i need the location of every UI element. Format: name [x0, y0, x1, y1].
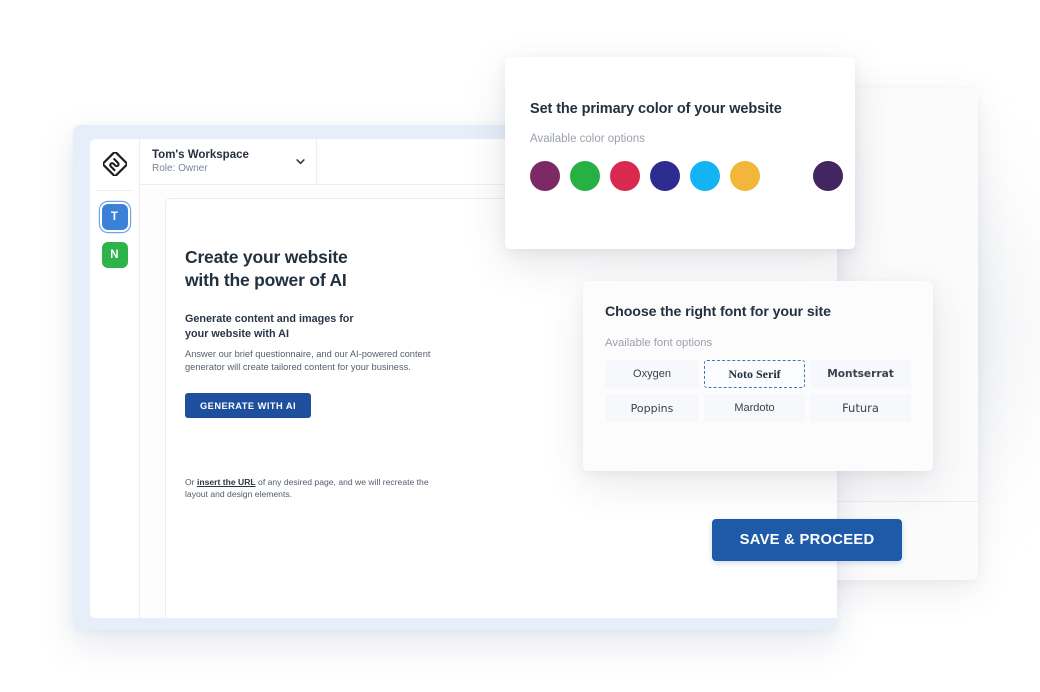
insert-url-link[interactable]: insert the URL — [197, 477, 256, 487]
font-option-poppins[interactable]: Poppins — [605, 394, 699, 422]
chevron-down-icon[interactable] — [295, 156, 306, 167]
rail-tile-t-label: T — [110, 211, 119, 223]
footnote-prefix: Or — [185, 477, 197, 487]
rail-tile-n-label: N — [110, 249, 119, 261]
font-modal-title: Choose the right font for your site — [605, 304, 831, 320]
font-option-mardoto[interactable]: Mardoto — [704, 394, 805, 422]
save-and-proceed-button[interactable]: SAVE & PROCEED — [712, 519, 902, 561]
color-swatch-row — [530, 155, 855, 199]
swatch-plum[interactable] — [530, 161, 560, 191]
rail-tile-n[interactable]: N — [101, 242, 128, 268]
screenshot-stage: T N Tom's Workspace Role: Owner Create y… — [0, 0, 1040, 692]
diamond-spiral-logo-icon[interactable] — [101, 150, 129, 178]
swatch-cyan[interactable] — [690, 161, 720, 191]
font-option-futura[interactable]: Futura — [810, 394, 911, 422]
font-option-noto-serif[interactable]: Noto Serif — [704, 360, 805, 388]
swatch-crimson[interactable] — [610, 161, 640, 191]
font-option-montserrat[interactable]: Montserrat — [810, 360, 911, 388]
font-selection-modal: Choose the right font for your site Avai… — [583, 281, 933, 471]
workspace-switcher[interactable]: Tom's Workspace Role: Owner — [140, 139, 317, 184]
swatch-navy[interactable] — [650, 161, 680, 191]
footnote: Or insert the URL of any desired page, a… — [185, 476, 449, 500]
rail-tile-t[interactable]: T — [101, 204, 128, 230]
workspace-role: Role: Owner — [152, 163, 208, 174]
color-modal-title: Set the primary color of your website — [530, 101, 782, 117]
workspace-name: Tom's Workspace — [152, 149, 249, 161]
swatch-violet[interactable] — [813, 161, 843, 191]
swatch-green[interactable] — [570, 161, 600, 191]
font-modal-subtitle: Available font options — [605, 337, 713, 349]
rail-divider — [96, 190, 133, 191]
primary-color-modal: Set the primary color of your website Av… — [505, 57, 855, 249]
workspace-text: Tom's Workspace Role: Owner — [152, 148, 295, 175]
swatch-gold[interactable] — [730, 161, 760, 191]
font-option-oxygen[interactable]: Oxygen — [605, 360, 699, 388]
generate-with-ai-button[interactable]: GENERATE WITH AI — [185, 393, 312, 419]
font-options-grid: Oxygen Noto Serif Montserrat Poppins Mardoto… — [605, 360, 912, 422]
page-body-copy: Answer our brief questionnaire, and our … — [185, 349, 431, 373]
sidebar-rail: T N — [90, 139, 140, 618]
color-modal-subtitle: Available color options — [530, 133, 645, 145]
page-title-line1: Create your website — [185, 247, 348, 267]
